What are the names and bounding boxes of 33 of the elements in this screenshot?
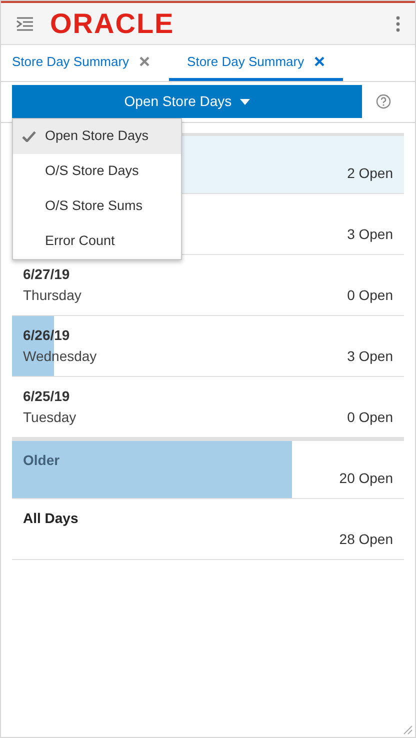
menu-item[interactable]: O/S Store Days: [13, 154, 181, 189]
weekday-label: Thursday: [23, 286, 82, 305]
row-title: 6/27/19: [23, 265, 71, 284]
close-icon[interactable]: [314, 56, 326, 67]
summary-row[interactable]: 6/25/19 Tuesday 0 Open: [12, 377, 404, 438]
row-title: Older: [23, 451, 60, 470]
logo: ORACLE: [50, 10, 174, 38]
weekday-label: Tuesday: [23, 408, 76, 427]
row-title: 6/25/19: [23, 387, 71, 406]
open-count: 2 Open: [347, 164, 393, 183]
menu-item[interactable]: Open Store Days: [13, 119, 181, 154]
row-title: All Days: [23, 509, 78, 528]
open-count: 3 Open: [347, 225, 393, 244]
summary-row[interactable]: Older 20 Open: [12, 438, 404, 499]
open-count: 20 Open: [339, 469, 393, 488]
summary-row[interactable]: All Days 28 Open: [12, 499, 404, 560]
tab[interactable]: Store Day Summary: [1, 45, 162, 81]
view-dropdown-button[interactable]: Open Store Days: [12, 85, 362, 118]
check-icon: [22, 131, 36, 142]
open-count: 28 Open: [339, 530, 393, 549]
caret-icon: [240, 98, 250, 104]
weekday-label: Wednesday: [23, 347, 97, 366]
tab[interactable]: Store Day Summary: [169, 45, 344, 81]
row-title: 6/26/19: [23, 326, 71, 345]
summary-row[interactable]: 6/26/19 Wednesday 3 Open: [12, 316, 404, 377]
help-icon[interactable]: [376, 94, 390, 109]
more-icon[interactable]: [396, 16, 400, 32]
open-count: 3 Open: [347, 347, 393, 366]
menu-icon[interactable]: [16, 16, 34, 30]
resize-grip-icon[interactable]: [403, 725, 413, 735]
close-icon[interactable]: [139, 56, 150, 67]
open-count: 0 Open: [347, 408, 393, 427]
open-count: 0 Open: [347, 286, 393, 305]
